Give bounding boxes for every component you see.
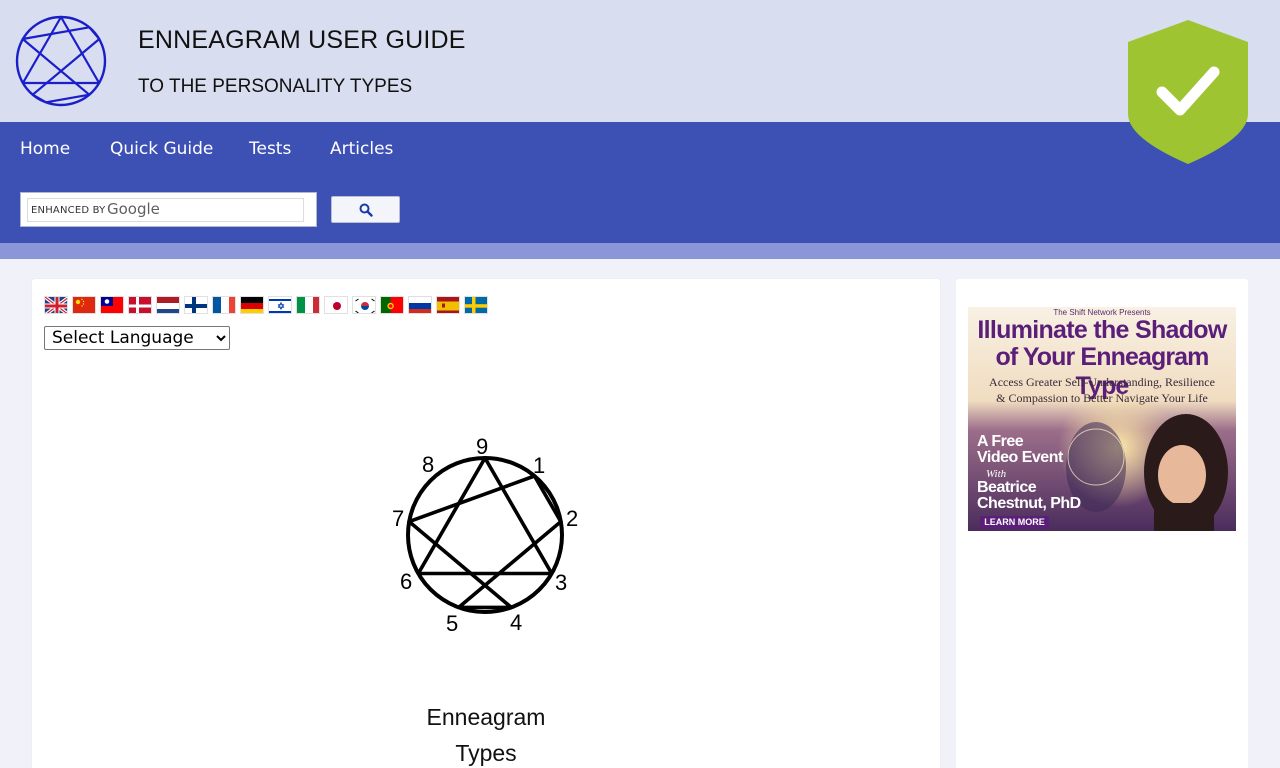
search-input[interactable]: ENHANCED BY Google (27, 198, 304, 222)
russia-flag-icon[interactable] (408, 296, 432, 314)
finland-flag-icon[interactable] (184, 296, 208, 314)
figure-number-8: 8 (422, 452, 434, 477)
ad-subtitle-line2: & Compassion to Better Navigate Your Lif… (996, 391, 1208, 405)
japan-flag-icon[interactable] (324, 296, 348, 314)
enhanced-by-label: ENHANCED BY (31, 205, 106, 216)
figure-number-3: 3 (555, 570, 567, 595)
figure-number-7: 7 (392, 506, 404, 531)
figure-number-9: 9 (476, 434, 488, 459)
nav-item-home[interactable]: Home (20, 139, 70, 159)
ad-event-line1: A Free (977, 433, 1024, 450)
ad-subtitle-line1: Access Greater Self-Understanding, Resil… (989, 375, 1215, 389)
site-subtitle: TO THE PERSONALITY TYPES (138, 76, 413, 97)
figure-number-1: 1 (533, 453, 545, 478)
ad-title-line1: Illuminate the Shadow (977, 316, 1227, 344)
nav-stripe (0, 243, 1280, 259)
korea-flag-icon[interactable] (352, 296, 376, 314)
figure-number-4: 4 (510, 610, 522, 635)
ad-name-line2: Chestnut, PhD (977, 495, 1081, 512)
nav-item-articles[interactable]: Articles (330, 139, 393, 159)
sweden-flag-icon[interactable] (464, 296, 488, 314)
china-flag-icon[interactable] (72, 296, 96, 314)
main-navbar: Home Quick Guide Tests Articles ENHANCED… (0, 122, 1280, 243)
site-title: ENNEAGRAM USER GUIDE (138, 26, 466, 54)
taiwan-flag-icon[interactable] (100, 296, 124, 314)
figure-number-2: 2 (566, 506, 578, 531)
figure-caption-line1: Enneagram (426, 704, 546, 730)
ad-speaker-name: Beatrice Chestnut, PhD (977, 480, 1081, 512)
france-flag-icon[interactable] (212, 296, 236, 314)
main-content-card: Select Language 9 1 2 3 4 5 6 7 8 Enneag… (32, 279, 940, 768)
shield-check-icon (1128, 20, 1248, 164)
ad-name-line1: Beatrice (977, 479, 1037, 496)
uk-flag-icon[interactable] (44, 296, 68, 314)
language-select[interactable]: Select Language (44, 326, 230, 350)
nav-item-quick-guide[interactable]: Quick Guide (110, 139, 213, 159)
ad-event-text: A Free Video Event (977, 434, 1063, 466)
netherlands-flag-icon[interactable] (156, 296, 180, 314)
enneagram-diagram: 9 1 2 3 4 5 6 7 8 (392, 434, 578, 636)
figure-number-6: 6 (400, 569, 412, 594)
denmark-flag-icon[interactable] (128, 296, 152, 314)
sidebar-card: The Shift Network Presents Illuminate th… (956, 279, 1248, 768)
nav-item-tests[interactable]: Tests (249, 139, 291, 159)
israel-flag-icon[interactable] (268, 296, 292, 314)
germany-flag-icon[interactable] (240, 296, 264, 314)
enneagram-logo[interactable] (14, 14, 108, 108)
portugal-flag-icon[interactable] (380, 296, 404, 314)
ad-event-line2: Video Event (977, 449, 1063, 466)
figure-caption-line2: Types (455, 740, 517, 766)
ad-learn-more-button[interactable]: LEARN MORE (980, 516, 1049, 529)
figure-number-5: 5 (446, 611, 458, 636)
search-button[interactable] (331, 196, 400, 223)
search-icon (359, 203, 373, 217)
ad-subtitle: Access Greater Self-Understanding, Resil… (968, 374, 1236, 406)
italy-flag-icon[interactable] (296, 296, 320, 314)
ad-banner[interactable]: The Shift Network Presents Illuminate th… (968, 307, 1236, 531)
google-label: Google (107, 200, 160, 218)
site-header: ENNEAGRAM USER GUIDE TO THE PERSONALITY … (0, 0, 1280, 122)
spain-flag-icon[interactable] (436, 296, 460, 314)
search-box: ENHANCED BY Google (20, 192, 317, 227)
